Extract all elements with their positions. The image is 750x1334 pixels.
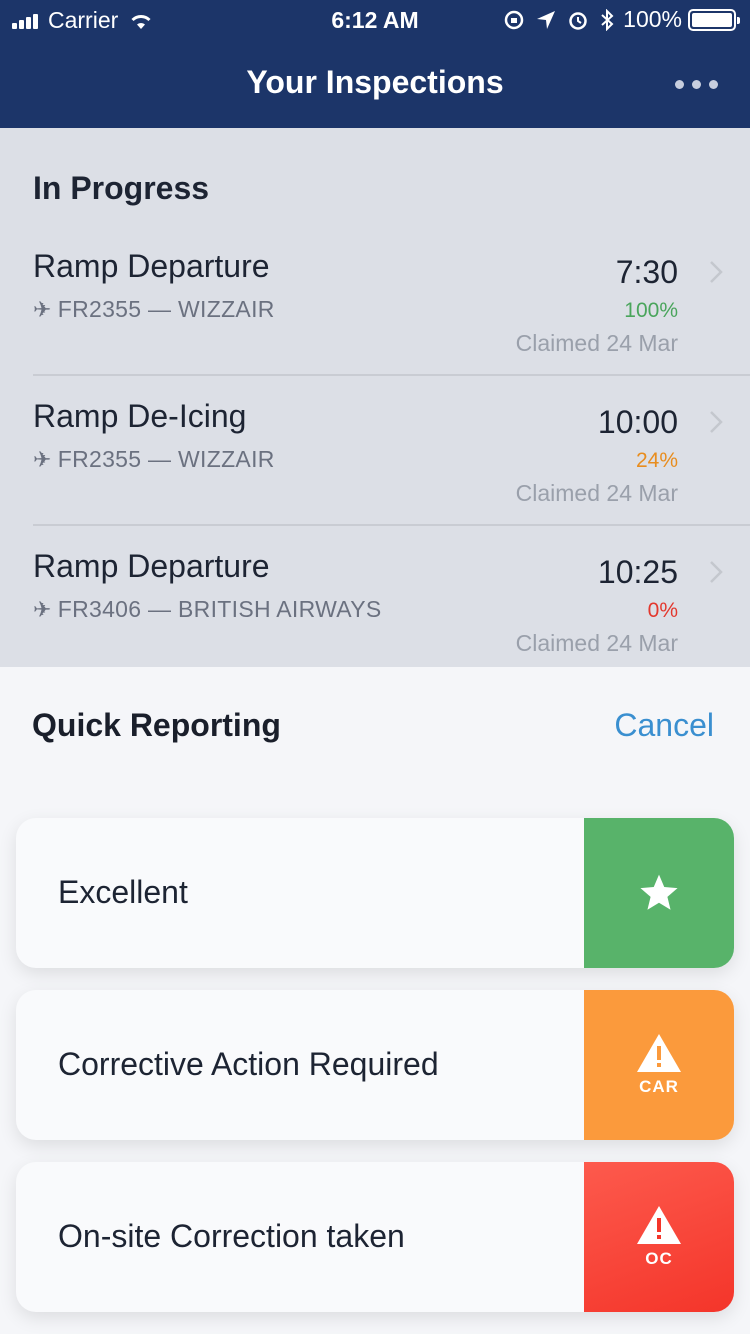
star-icon [640,874,678,910]
more-options-button[interactable] [667,80,718,89]
car-code: CAR [639,1077,679,1096]
inspection-progress: 24% [635,449,678,472]
chevron-right-icon [710,561,723,583]
warning-icon [637,1034,681,1072]
flight-info: FR2355 — WIZZAIR [57,296,275,322]
ellipsis-icon [675,80,684,89]
plane-icon: ✈ [33,597,52,622]
report-option-label: Excellent [58,874,188,910]
inspection-row[interactable]: Ramp De-Icing ✈ FR2355 — WIZZAIR 10:00 24… [0,376,750,526]
inspection-name: Ramp Departure [33,248,270,284]
report-option-label: On-site Correction taken [58,1218,405,1254]
inspection-row[interactable]: Ramp Departure ✈ FR2355 — WIZZAIR 7:30 10… [0,226,750,376]
inspection-list: Ramp Departure ✈ FR2355 — WIZZAIR 7:30 10… [0,226,750,676]
inspection-time: 10:25 [597,554,678,590]
claimed-date: Claimed 24 Mar [515,630,678,656]
inspection-row[interactable]: Ramp Departure ✈ FR3406 — BRITISH AIRWAYS… [0,526,750,676]
inspection-progress: 100% [624,299,678,322]
cancel-button[interactable]: Cancel [614,707,714,744]
nav-bar: Carrier 6:12 AM 100% Your Inspections [0,0,750,128]
battery-icon [688,8,740,31]
oc-action[interactable]: OC [584,1162,734,1312]
plane-icon: ✈ [33,447,52,472]
car-action[interactable]: CAR [584,990,734,1140]
report-option-oc[interactable]: On-site Correction taken OC [16,1162,734,1312]
flight-info: FR3406 — BRITISH AIRWAYS [57,596,382,622]
flight-info: FR2355 — WIZZAIR [57,446,275,472]
plane-icon: ✈ [33,297,52,322]
oc-code: OC [645,1249,673,1268]
warning-icon [637,1206,681,1244]
sheet-title: Quick Reporting [32,707,281,743]
section-title-in-progress: In Progress [33,170,210,206]
rotation-lock-icon [504,10,524,29]
report-option-car[interactable]: Corrective Action Required CAR [16,990,734,1140]
chevron-right-icon [710,261,723,283]
inspection-name: Ramp Departure [33,548,270,584]
excellent-action[interactable] [584,818,734,968]
inspection-time: 7:30 [615,254,678,290]
inspection-time: 10:00 [597,404,678,440]
inspection-progress: 0% [647,599,678,622]
report-option-label: Corrective Action Required [58,1046,439,1082]
status-bar: Carrier 6:12 AM 100% [0,0,750,40]
claimed-date: Claimed 24 Mar [515,480,678,506]
quick-reporting-sheet: Quick Reporting Cancel Excellent Correct… [0,667,750,1334]
claimed-date: Claimed 24 Mar [515,330,678,356]
location-icon [537,10,556,29]
alarm-icon [569,11,587,30]
report-option-excellent[interactable]: Excellent [16,818,734,968]
bluetooth-icon [601,8,614,31]
inspection-name: Ramp De-Icing [33,398,247,434]
chevron-right-icon [710,411,723,433]
battery-label: 100% [623,6,682,32]
page-title: Your Inspections [246,64,504,100]
